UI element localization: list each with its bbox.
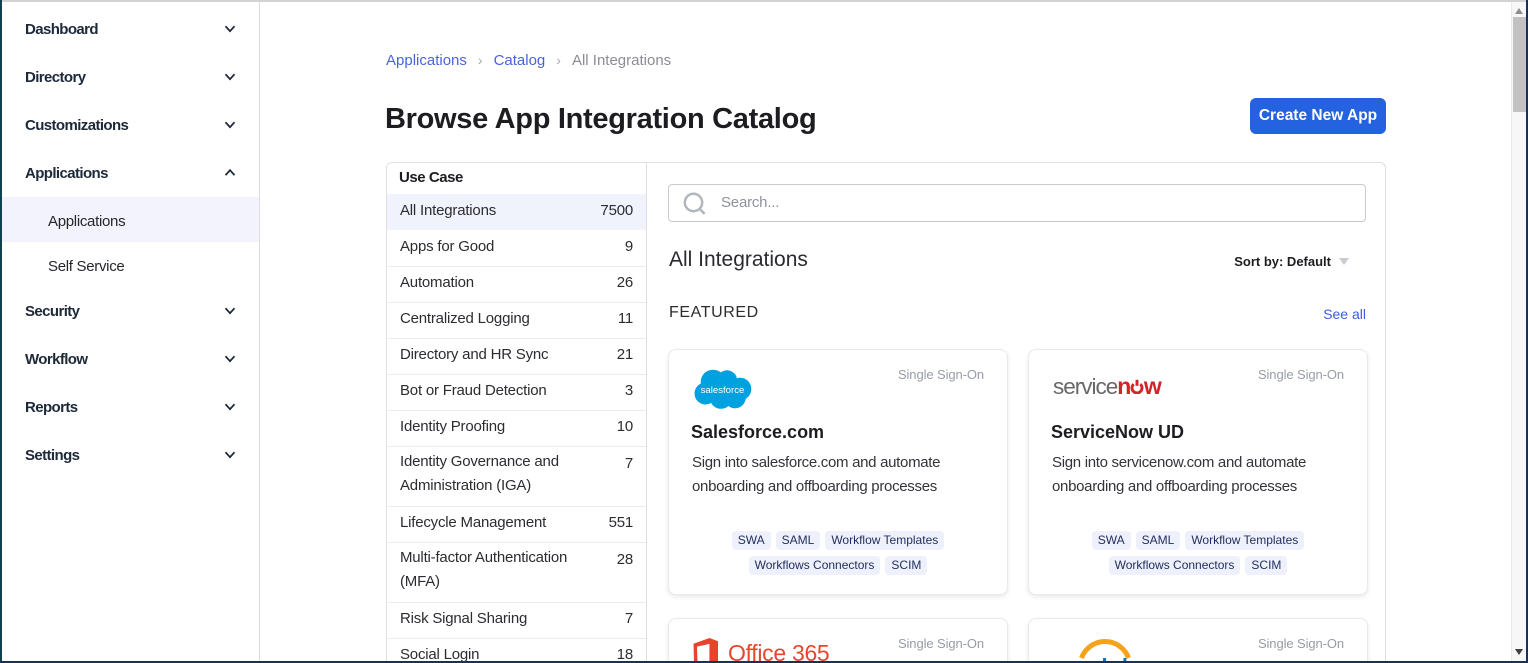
svg-text:salesforce: salesforce bbox=[701, 385, 745, 396]
